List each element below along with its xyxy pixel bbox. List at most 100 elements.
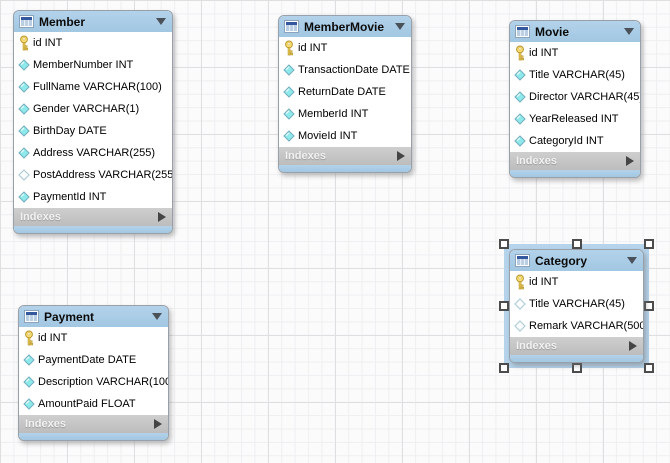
nullable-column-icon (18, 167, 30, 183)
chevron-down-icon[interactable] (156, 18, 166, 25)
selection-handle[interactable] (572, 363, 582, 373)
column-label: MemberId INT (298, 108, 368, 120)
column-icon (18, 101, 30, 117)
table-header[interactable]: Payment (19, 306, 168, 327)
selection-handle[interactable] (644, 239, 654, 249)
column-row[interactable]: ReturnDate DATE (279, 81, 411, 103)
table-icon (24, 310, 39, 323)
column-row[interactable]: Description VARCHAR(100) (19, 371, 168, 393)
column-row[interactable]: id INT (279, 37, 411, 59)
column-row[interactable]: YearReleased INT (510, 108, 640, 130)
column-icon (23, 396, 35, 412)
chevron-down-icon[interactable] (624, 28, 634, 35)
selection-handle[interactable] (499, 239, 509, 249)
column-list: id INT MemberNumber INT FullName VARCHAR… (14, 32, 172, 208)
expand-right-icon[interactable] (626, 156, 634, 166)
table-header[interactable]: Member (14, 11, 172, 32)
column-list: id INT PaymentDate DATE Description VARC… (19, 327, 168, 415)
column-label: YearReleased INT (529, 113, 618, 125)
table-icon (284, 20, 299, 33)
chevron-down-icon[interactable] (152, 313, 162, 320)
column-label: MovieId INT (298, 130, 357, 142)
column-icon (514, 67, 526, 83)
column-icon (23, 352, 35, 368)
table-membermovie[interactable]: MemberMovie id INT TransactionDate DATE … (278, 15, 412, 173)
table-title: Movie (535, 25, 569, 39)
column-icon (18, 145, 30, 161)
expand-right-icon[interactable] (629, 341, 637, 351)
indexes-bar[interactable]: Indexes (14, 208, 172, 226)
column-list: id INT TransactionDate DATE ReturnDate D… (279, 37, 411, 147)
indexes-bar[interactable]: Indexes (510, 152, 640, 170)
column-label: BirthDay DATE (33, 125, 107, 137)
column-row[interactable]: AmountPaid FLOAT (19, 393, 168, 415)
selection-handle[interactable] (644, 301, 654, 311)
table-member[interactable]: Member id INT MemberNumber INT FullName … (13, 10, 173, 234)
chevron-down-icon[interactable] (627, 257, 637, 264)
expand-right-icon[interactable] (397, 151, 405, 161)
table-category[interactable]: Category id INT Title VARCHAR(45) Remark… (509, 249, 644, 363)
table-header[interactable]: Movie (510, 21, 640, 42)
column-row[interactable]: MovieId INT (279, 125, 411, 147)
chevron-down-icon[interactable] (395, 23, 405, 30)
table-header[interactable]: Category (510, 250, 643, 271)
column-row[interactable]: PaymentDate DATE (19, 349, 168, 371)
column-label: Address VARCHAR(255) (33, 147, 155, 159)
column-row[interactable]: Title VARCHAR(45) (510, 64, 640, 86)
column-row[interactable]: id INT (19, 327, 168, 349)
table-title: Member (39, 15, 85, 29)
diagram-canvas[interactable]: Member id INT MemberNumber INT FullName … (0, 0, 670, 463)
table-movie[interactable]: Movie id INT Title VARCHAR(45) Director … (509, 20, 641, 178)
column-row[interactable]: Director VARCHAR(45) (510, 86, 640, 108)
column-icon (514, 111, 526, 127)
selection-handle[interactable] (572, 239, 582, 249)
column-label: MemberNumber INT (33, 59, 133, 71)
column-row[interactable]: Title VARCHAR(45) (510, 293, 643, 315)
column-row[interactable]: Remark VARCHAR(500) (510, 315, 643, 337)
expand-right-icon[interactable] (158, 212, 166, 222)
column-label: CategoryId INT (529, 135, 604, 147)
column-label: PaymentDate DATE (38, 354, 136, 366)
table-title: Category (535, 254, 587, 268)
column-label: FullName VARCHAR(100) (33, 81, 162, 93)
column-row[interactable]: Address VARCHAR(255) (14, 142, 172, 164)
column-icon (283, 62, 295, 78)
column-row[interactable]: BirthDay DATE (14, 120, 172, 142)
table-footer (510, 170, 640, 177)
table-icon (19, 15, 34, 28)
column-list: id INT Title VARCHAR(45) Director VARCHA… (510, 42, 640, 152)
column-row[interactable]: CategoryId INT (510, 130, 640, 152)
table-title: MemberMovie (304, 20, 384, 34)
column-row[interactable]: MemberId INT (279, 103, 411, 125)
column-row[interactable]: TransactionDate DATE (279, 59, 411, 81)
column-label: Title VARCHAR(45) (529, 69, 625, 81)
primary-key-icon (514, 45, 526, 61)
indexes-label: Indexes (285, 150, 326, 162)
indexes-bar[interactable]: Indexes (279, 147, 411, 165)
column-row[interactable]: id INT (510, 271, 643, 293)
table-payment[interactable]: Payment id INT PaymentDate DATE Descript… (18, 305, 169, 441)
indexes-label: Indexes (20, 211, 61, 223)
table-footer (279, 165, 411, 172)
selection-handle[interactable] (499, 301, 509, 311)
column-label: id INT (529, 276, 558, 288)
selection-handle[interactable] (644, 363, 654, 373)
indexes-bar[interactable]: Indexes (510, 337, 643, 355)
nullable-column-icon (514, 296, 526, 312)
indexes-bar[interactable]: Indexes (19, 415, 168, 433)
column-label: Gender VARCHAR(1) (33, 103, 139, 115)
column-row[interactable]: FullName VARCHAR(100) (14, 76, 172, 98)
column-row[interactable]: id INT (14, 32, 172, 54)
column-label: TransactionDate DATE (298, 64, 410, 76)
column-row[interactable]: PostAddress VARCHAR(255) (14, 164, 172, 186)
table-header[interactable]: MemberMovie (279, 16, 411, 37)
column-label: id INT (33, 37, 62, 49)
column-row[interactable]: MemberNumber INT (14, 54, 172, 76)
column-label: PostAddress VARCHAR(255) (33, 169, 173, 181)
column-row[interactable]: PaymentId INT (14, 186, 172, 208)
expand-right-icon[interactable] (154, 419, 162, 429)
selection-handle[interactable] (499, 363, 509, 373)
column-row[interactable]: Gender VARCHAR(1) (14, 98, 172, 120)
column-row[interactable]: id INT (510, 42, 640, 64)
column-icon (18, 79, 30, 95)
